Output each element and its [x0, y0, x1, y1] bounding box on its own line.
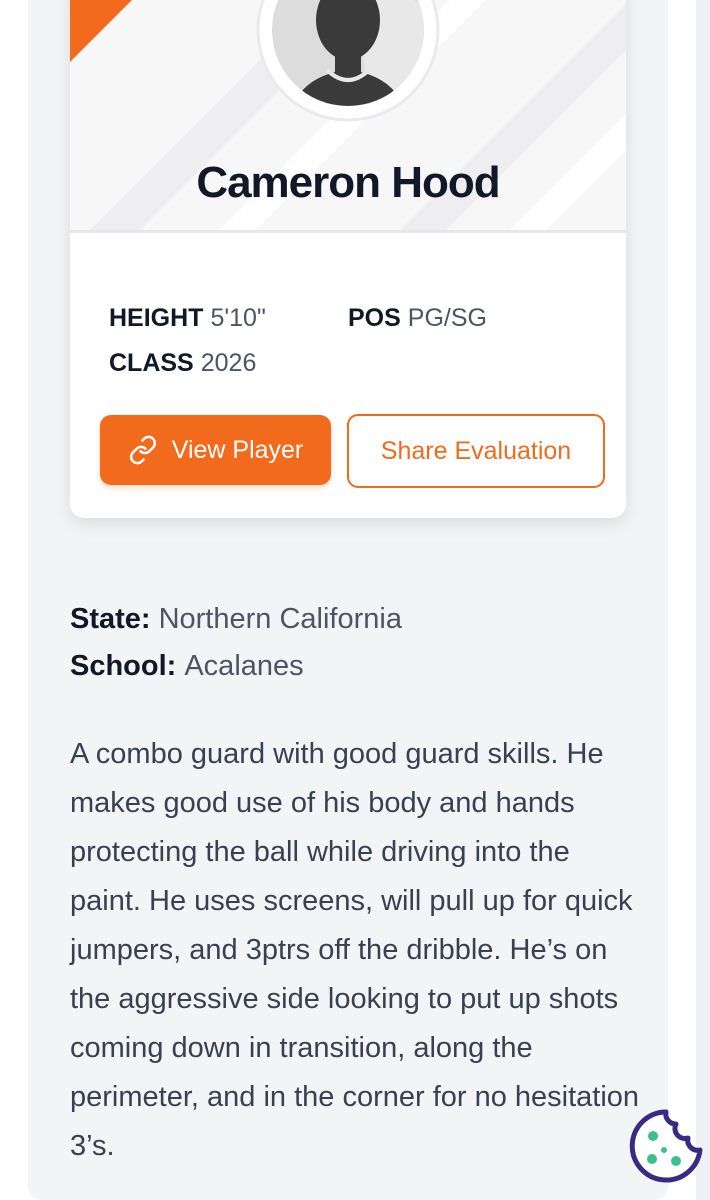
stat-height-value: 5'10": [210, 304, 266, 332]
share-evaluation-button[interactable]: Share Evaluation: [347, 414, 605, 488]
orange-corner-ribbon: [70, 0, 132, 62]
player-card: Cameron Hood HEIGHT 5'10" POS PG/SG CLASS 2…: [70, 0, 626, 518]
stat-height-label: HEIGHT: [109, 304, 204, 332]
view-player-label: View Player: [171, 435, 304, 464]
scroll-edge: [696, 0, 710, 1200]
school-line: School: Acalanes: [70, 650, 304, 683]
share-evaluation-label: Share Evaluation: [380, 436, 572, 465]
state-label: State:: [70, 603, 151, 635]
player-name: Cameron Hood: [196, 158, 500, 207]
evaluation-text: A combo guard with good guard skills. He…: [70, 738, 640, 1162]
school-value: Acalanes: [184, 650, 304, 682]
stat-height: HEIGHT 5'10": [109, 304, 266, 333]
stat-class: CLASS 2026: [109, 349, 256, 378]
page: Cameron Hood HEIGHT 5'10" POS PG/SG CLASS 2…: [0, 0, 710, 1200]
stat-position-label: POS: [348, 304, 401, 332]
player-card-header: Cameron Hood: [70, 0, 626, 230]
stat-class-value: 2026: [200, 349, 257, 377]
view-player-button[interactable]: View Player: [100, 415, 331, 485]
stat-position: POS PG/SG: [348, 304, 487, 333]
state-line: State: Northern California: [70, 603, 402, 636]
school-label: School:: [70, 650, 177, 682]
header-divider: [70, 230, 626, 233]
stat-position-value: PG/SG: [407, 304, 487, 332]
state-value: Northern California: [158, 603, 402, 635]
stat-class-label: CLASS: [109, 349, 194, 377]
cookie-icon[interactable]: [626, 1106, 706, 1186]
person-silhouette-icon: [256, 0, 440, 122]
link-icon: [129, 435, 156, 465]
